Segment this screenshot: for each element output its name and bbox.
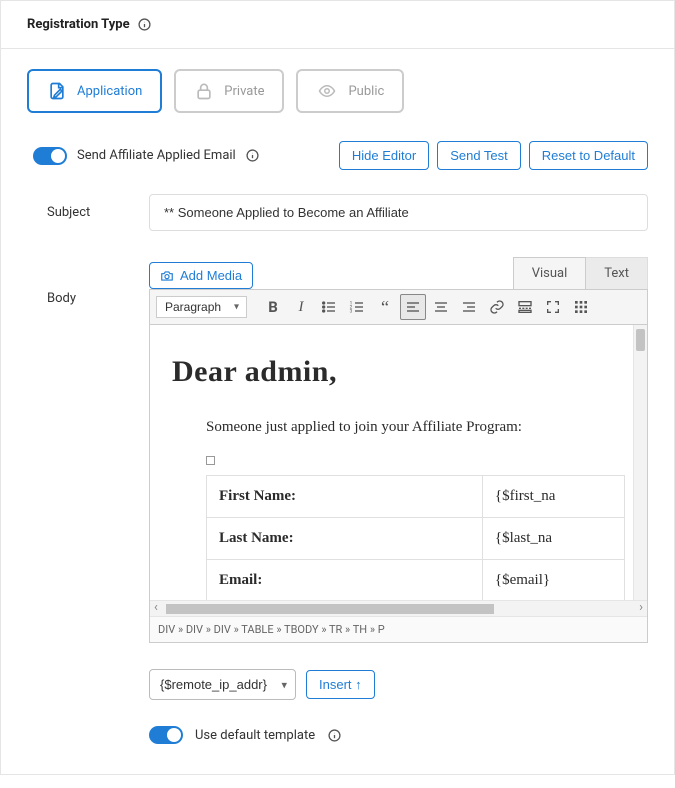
editor-tabs: Visual Text <box>513 257 648 289</box>
body-label: Body <box>27 257 149 306</box>
reg-type-application[interactable]: Application <box>27 69 162 113</box>
format-select[interactable]: Paragraph <box>156 296 247 318</box>
send-email-toggle[interactable] <box>33 147 67 165</box>
table-row: First Name:{$first_na <box>207 476 625 518</box>
info-icon[interactable] <box>327 728 341 742</box>
send-test-button[interactable]: Send Test <box>437 141 521 170</box>
svg-text:3: 3 <box>350 308 353 314</box>
reg-type-private-label: Private <box>224 84 264 99</box>
reg-type-private[interactable]: Private <box>174 69 284 113</box>
fullscreen-icon[interactable] <box>540 294 566 320</box>
tab-visual[interactable]: Visual <box>513 257 587 289</box>
table-row-value: {$first_na <box>482 476 624 518</box>
editor-content[interactable]: Dear admin, Someone just applied to join… <box>150 325 647 600</box>
align-left-icon[interactable] <box>400 294 426 320</box>
document-pencil-icon <box>47 81 67 101</box>
italic-icon[interactable]: I <box>288 294 314 320</box>
reg-type-public[interactable]: Public <box>296 69 404 113</box>
bulleted-list-icon[interactable] <box>316 294 342 320</box>
editor-toolbar: Paragraph B I 123 “ <box>149 289 648 325</box>
editor-area[interactable]: Dear admin, Someone just applied to join… <box>149 325 648 643</box>
reg-type-public-label: Public <box>348 84 384 99</box>
insert-token-button[interactable]: Insert ↑ <box>306 670 375 699</box>
send-email-label: Send Affiliate Applied Email <box>77 148 236 163</box>
registration-type-selector: Application Private Public <box>27 69 648 113</box>
reset-default-button[interactable]: Reset to Default <box>529 141 648 170</box>
vertical-scrollbar[interactable] <box>633 325 647 600</box>
add-media-label: Add Media <box>180 268 242 283</box>
lock-icon <box>194 81 214 101</box>
use-default-template-toggle[interactable] <box>149 726 183 744</box>
applicant-table: First Name:{$first_naLast Name:{$last_na… <box>206 475 625 600</box>
token-select[interactable]: {$remote_ip_addr} <box>149 669 296 700</box>
horizontal-scrollbar[interactable] <box>150 600 647 616</box>
link-icon[interactable] <box>484 294 510 320</box>
tab-text[interactable]: Text <box>586 257 648 289</box>
table-row-value: {$email} <box>482 560 624 601</box>
align-right-icon[interactable] <box>456 294 482 320</box>
align-center-icon[interactable] <box>428 294 454 320</box>
use-default-template-label: Use default template <box>195 728 315 743</box>
email-greeting: Dear admin, <box>172 355 625 389</box>
camera-icon <box>160 269 174 283</box>
hide-editor-button[interactable]: Hide Editor <box>339 141 429 170</box>
panel-title: Registration Type <box>27 17 130 32</box>
subject-label: Subject <box>27 205 149 220</box>
subject-input[interactable] <box>149 194 648 231</box>
insert-more-icon[interactable] <box>512 294 538 320</box>
reg-type-application-label: Application <box>77 84 142 99</box>
table-handle[interactable] <box>206 456 215 465</box>
table-row-label: First Name: <box>207 476 483 518</box>
table-row: Last Name:{$last_na <box>207 518 625 560</box>
email-intro: Someone just applied to join your Affili… <box>206 419 625 436</box>
panel-header: Registration Type <box>1 0 674 49</box>
add-media-button[interactable]: Add Media <box>149 262 253 289</box>
table-row: Email:{$email} <box>207 560 625 601</box>
info-icon[interactable] <box>138 18 152 32</box>
bold-icon[interactable]: B <box>260 294 286 320</box>
info-icon[interactable] <box>246 149 260 163</box>
table-row-label: Last Name: <box>207 518 483 560</box>
blockquote-icon[interactable]: “ <box>372 294 398 320</box>
table-row-value: {$last_na <box>482 518 624 560</box>
numbered-list-icon[interactable]: 123 <box>344 294 370 320</box>
toolbar-toggle-icon[interactable] <box>568 294 594 320</box>
editor-breadcrumbs: DIV » DIV » DIV » TABLE » TBODY » TR » T… <box>150 616 647 642</box>
table-row-label: Email: <box>207 560 483 601</box>
eye-icon <box>316 82 338 100</box>
